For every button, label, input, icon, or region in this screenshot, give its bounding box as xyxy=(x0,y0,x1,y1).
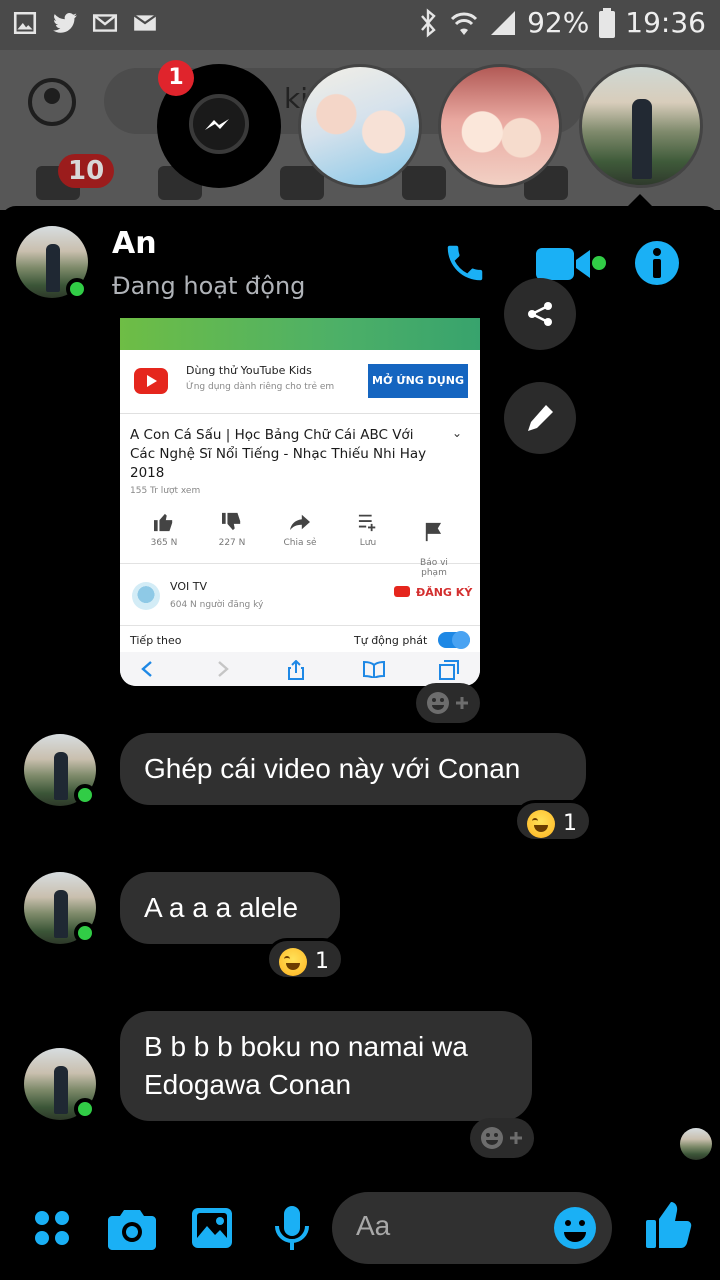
dislike-icon xyxy=(222,512,241,531)
seen-avatar xyxy=(680,1128,712,1160)
chat-head-an[interactable] xyxy=(579,64,703,188)
open-app-button: MỞ ỨNG DỤNG xyxy=(368,364,468,398)
chat-head-group-2[interactable] xyxy=(438,64,562,188)
messenger-icon xyxy=(189,94,249,154)
tabs-icon xyxy=(439,660,459,680)
camera-icon[interactable] xyxy=(108,1206,156,1250)
message-bubble[interactable]: B b b b boku no namai wa Edogawa Conan xyxy=(120,1011,532,1121)
online-indicator xyxy=(74,784,96,806)
pencil-icon xyxy=(528,405,553,431)
clock: 19:36 xyxy=(625,6,706,39)
message-reaction[interactable]: 1 xyxy=(514,800,592,842)
channel-subscribers: 604 N người đăng ký xyxy=(170,600,264,610)
channel-name: VOI TV xyxy=(170,580,207,593)
message-input[interactable]: Aa xyxy=(332,1192,612,1264)
back-icon xyxy=(141,661,152,677)
kids-title: Dùng thử YouTube Kids xyxy=(186,364,312,377)
channel-logo-icon xyxy=(132,582,160,610)
video-title: A Con Cá Sấu | Học Bảng Chữ Cái ABC Với … xyxy=(130,427,427,481)
video-views: 155 Tr lượt xem xyxy=(130,486,201,496)
kids-subtitle: Ứng dụng dành riêng cho trẻ em xyxy=(186,382,335,392)
chevron-down-icon: ⌄ xyxy=(452,426,463,440)
info-icon[interactable] xyxy=(634,240,680,286)
share-action: Chia sẻ xyxy=(270,508,330,548)
edit-image-button[interactable] xyxy=(504,382,576,454)
message-reaction[interactable]: 1 xyxy=(266,938,344,980)
share-forward-button[interactable] xyxy=(504,278,576,350)
up-next-label: Tiếp theo xyxy=(130,634,182,647)
reaction-count: 1 xyxy=(563,811,577,836)
autoplay-label: Tự động phát xyxy=(354,634,428,647)
dislike-action: 227 N xyxy=(202,508,262,548)
message-bubble[interactable]: A a a a alele xyxy=(120,872,340,944)
youtube-kids-logo-icon xyxy=(134,368,168,394)
add-reaction-button[interactable] xyxy=(416,683,480,723)
share-sheet-icon xyxy=(288,660,304,680)
laughing-emoji-icon xyxy=(279,947,307,976)
channel-row: VOI TV 604 N người đăng ký ĐĂNG KÝ xyxy=(120,572,480,626)
messenger-badge: 1 xyxy=(158,60,194,96)
battery-percent: 92% xyxy=(527,6,590,39)
contact-name[interactable]: An xyxy=(112,226,157,261)
autoplay-toggle xyxy=(438,631,470,649)
share-nodes-icon xyxy=(528,302,552,326)
chat-head-group-1[interactable] xyxy=(298,64,422,188)
report-action: Báo vi phạm xyxy=(404,508,464,578)
video-tab-icon xyxy=(402,166,446,200)
emoji-icon[interactable] xyxy=(552,1205,598,1251)
gallery-icon xyxy=(13,11,37,35)
microphone-icon[interactable] xyxy=(272,1204,312,1254)
online-indicator xyxy=(74,1098,96,1120)
subscribe-button: ĐĂNG KÝ xyxy=(394,586,472,599)
contact-status: Đang hoạt động xyxy=(112,272,306,300)
reaction-count: 1 xyxy=(315,949,329,974)
flag-icon xyxy=(425,522,442,542)
forward-icon xyxy=(218,661,229,677)
browser-toolbar xyxy=(120,652,480,686)
online-indicator xyxy=(66,278,88,300)
video-actions: 365 N 227 N Chia sẻ Lưu Báo vi phạm xyxy=(120,508,480,578)
message-bubble[interactable]: Ghép cái video này với Conan xyxy=(120,733,586,805)
bookmarks-icon xyxy=(363,660,385,678)
status-bar: 92% 19:36 xyxy=(0,0,720,50)
youtube-kids-banner: Dùng thử YouTube Kids Ứng dụng dành riên… xyxy=(120,350,480,414)
notification-badge: 10 xyxy=(58,154,115,188)
save-action: Lưu xyxy=(338,508,398,548)
shared-screenshot-image[interactable]: Dùng thử YouTube Kids Ứng dụng dành riên… xyxy=(120,318,480,686)
email-icon xyxy=(133,14,157,31)
save-icon xyxy=(358,514,376,532)
more-options-icon[interactable] xyxy=(32,1208,72,1248)
like-icon xyxy=(154,513,173,532)
bluetooth-icon xyxy=(421,7,436,38)
add-reaction-icon xyxy=(481,1127,522,1149)
gallery-icon[interactable] xyxy=(190,1206,234,1250)
online-indicator xyxy=(74,922,96,944)
thumbs-up-icon[interactable] xyxy=(644,1200,692,1250)
twitter-icon xyxy=(53,13,77,33)
signal-icon xyxy=(491,10,516,35)
share-icon xyxy=(290,514,310,531)
mail-icon xyxy=(92,14,118,32)
battery-icon xyxy=(599,7,616,38)
add-reaction-icon xyxy=(427,692,468,714)
account-icon xyxy=(28,78,76,126)
laughing-emoji-icon xyxy=(527,809,555,838)
add-reaction-button[interactable] xyxy=(470,1118,534,1158)
message-input-placeholder: Aa xyxy=(356,1210,391,1241)
like-action: 365 N xyxy=(134,508,194,548)
wifi-icon xyxy=(451,12,478,35)
voice-call-icon[interactable] xyxy=(442,240,488,286)
